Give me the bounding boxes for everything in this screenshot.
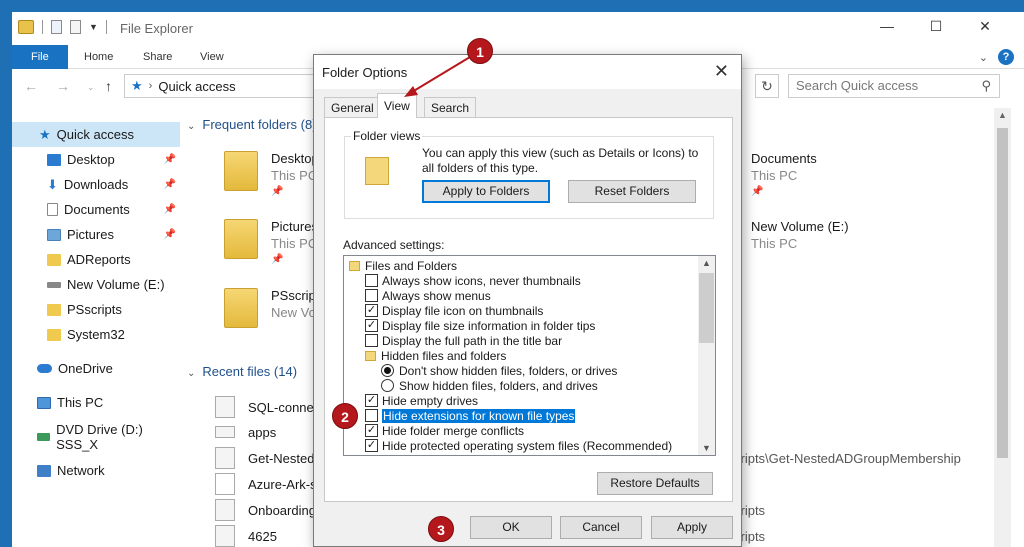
step-badge-3: 3 xyxy=(428,516,454,542)
annotation-arrow xyxy=(404,56,471,97)
step-badge-2: 2 xyxy=(332,403,358,429)
step-badge-1: 1 xyxy=(467,38,493,64)
